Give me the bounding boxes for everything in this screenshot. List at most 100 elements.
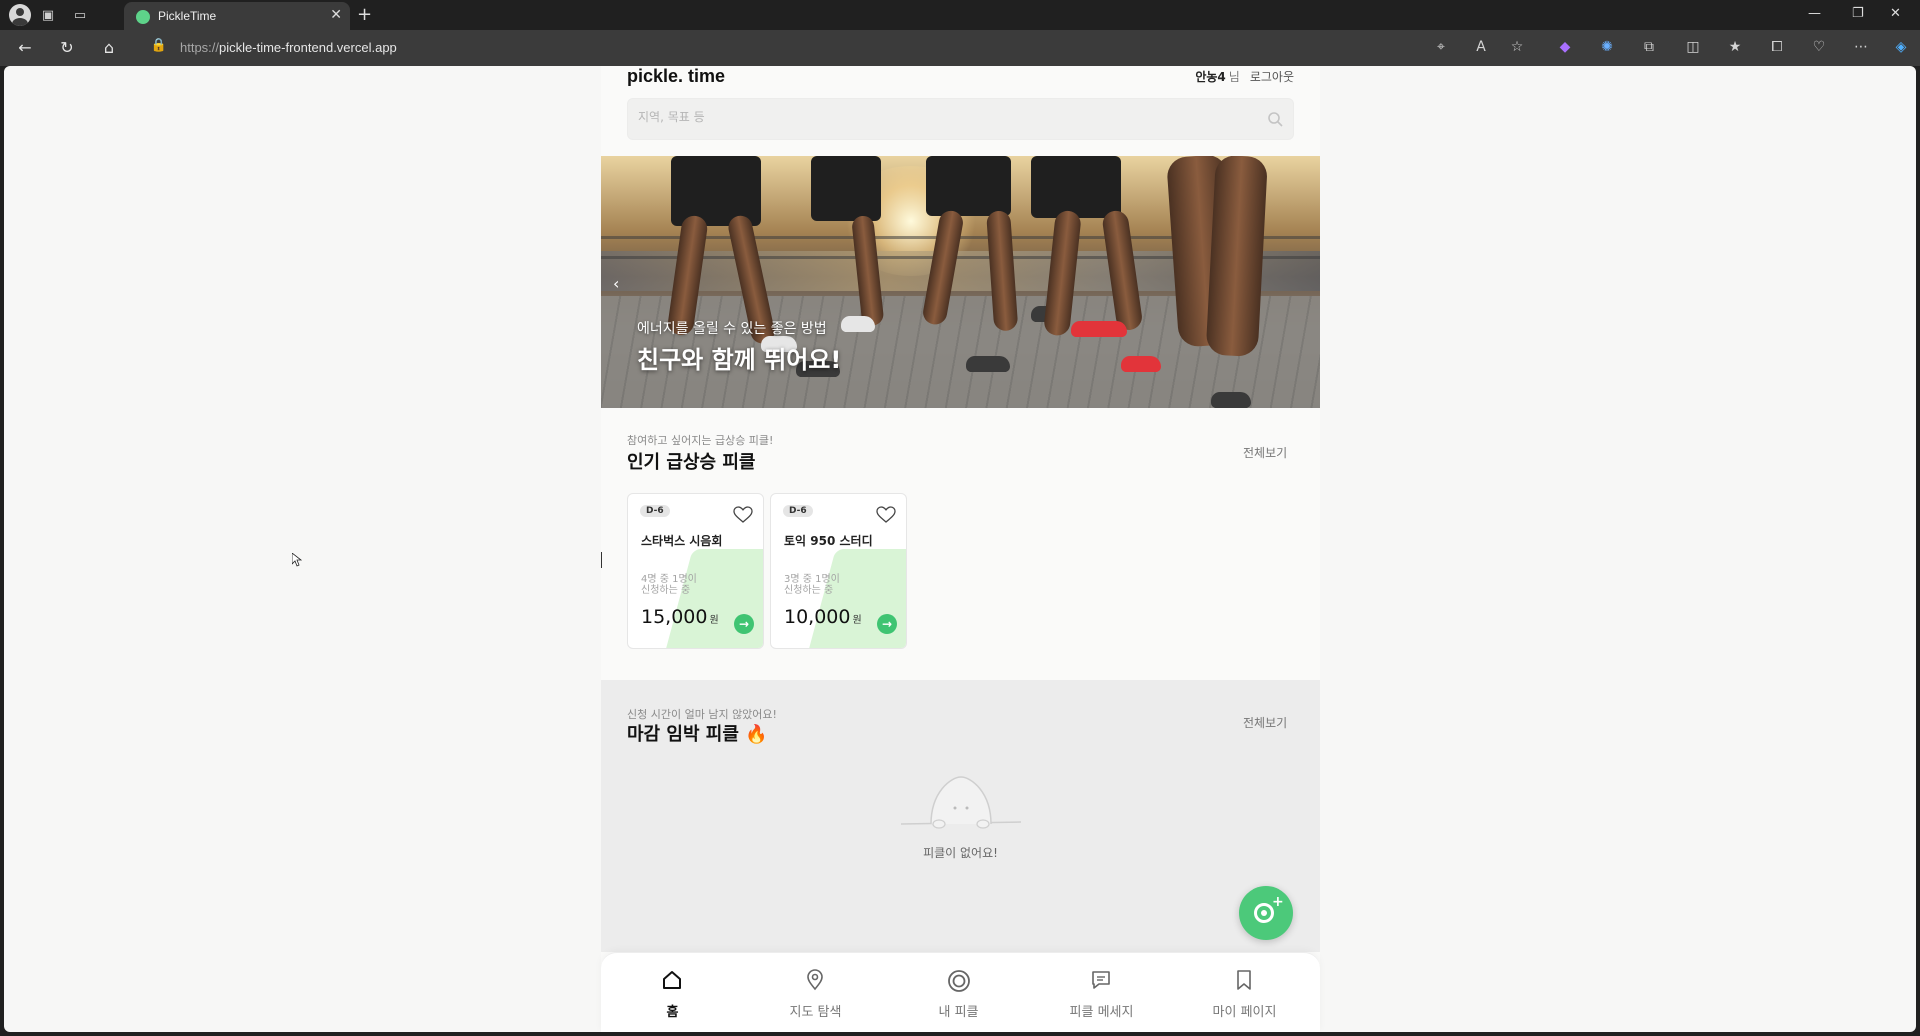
pickle-card[interactable]: D-6 스타벅스 시음회 4명 중 1명이 신청하는 중 15,000 원 → bbox=[627, 493, 764, 649]
nav-label: 홈 bbox=[666, 1005, 679, 1020]
dday-badge: D-6 bbox=[783, 505, 813, 517]
app-container: pickle. time 안농4 님 로그아웃 지역, 목표 등 ‹ 에너지를 … bbox=[601, 66, 1320, 1032]
bookmark-icon bbox=[1237, 970, 1251, 990]
mouse-cursor-icon bbox=[292, 553, 302, 567]
banner-subtitle: 에너지를 올릴 수 있는 좋은 방법 bbox=[637, 321, 827, 337]
card-price: 15,000 원 bbox=[641, 606, 719, 628]
tab-close-icon[interactable]: ✕ bbox=[330, 7, 342, 23]
reload-icon[interactable]: ↻ bbox=[56, 38, 78, 58]
popular-title: 인기 급상승 피클 bbox=[627, 452, 756, 473]
popular-subtitle: 참여하고 싶어지는 급상승 피클! bbox=[627, 434, 774, 447]
nav-item-home[interactable]: 홈 bbox=[601, 953, 744, 1032]
fire-icon: 🔥 bbox=[745, 724, 768, 745]
banner-prev-icon[interactable]: ‹ bbox=[613, 274, 619, 293]
map-pin-icon bbox=[807, 969, 823, 991]
extensions-icon[interactable]: ⧉ bbox=[1640, 39, 1658, 57]
empty-pickle-icon bbox=[901, 776, 1021, 829]
popular-see-all-link[interactable]: 전체보기 bbox=[1243, 444, 1287, 461]
home-browser-icon[interactable]: ⌂ bbox=[98, 38, 120, 58]
page-viewport: pickle. time 안농4 님 로그아웃 지역, 목표 등 ‹ 에너지를 … bbox=[4, 66, 1916, 1032]
card-name: 스타벅스 시음회 bbox=[641, 534, 723, 548]
runner-shorts bbox=[811, 156, 881, 221]
card-decoration bbox=[663, 549, 763, 648]
favicon-icon bbox=[136, 10, 150, 24]
search-input[interactable] bbox=[638, 110, 1238, 124]
card-name: 토익 950 스터디 bbox=[784, 534, 873, 548]
app-header: pickle. time 안농4 님 로그아웃 bbox=[601, 66, 1320, 156]
minimize-button[interactable]: — bbox=[1808, 6, 1821, 21]
runner-leg bbox=[1205, 156, 1268, 358]
runner-shorts bbox=[671, 156, 761, 226]
app-logo[interactable]: pickle. time bbox=[627, 66, 725, 87]
nav-item-my-pickle[interactable]: 내 피클 bbox=[887, 953, 1030, 1032]
react-devtools-icon[interactable]: ✺ bbox=[1598, 39, 1616, 57]
nav-label: 마이 페이지 bbox=[1212, 1005, 1277, 1020]
copilot-icon[interactable]: ◈ bbox=[1892, 39, 1910, 57]
collections-icon[interactable]: ⧠ bbox=[1768, 39, 1786, 57]
banner-title: 친구와 함께 뛰어요! bbox=[637, 346, 842, 374]
deadline-section: 신청 시간이 얼마 남지 않았어요! 마감 임박 피클 🔥 전체보기 피클이 없… bbox=[601, 680, 1320, 952]
card-count: 4명 중 1명이 신청하는 중 bbox=[641, 574, 697, 596]
new-tab-button[interactable]: + bbox=[357, 4, 372, 25]
search-icon[interactable] bbox=[1267, 111, 1283, 127]
url-field[interactable]: https://pickle-time-frontend.vercel.app bbox=[180, 40, 397, 55]
bottom-navigation: 홈 지도 탐색 내 피클 피클 메세지 마이 페이지 bbox=[601, 952, 1320, 1032]
user-info: 안농4 님 로그아웃 bbox=[1195, 68, 1294, 85]
tab-title: PickleTime bbox=[158, 9, 217, 23]
nav-label: 피클 메세지 bbox=[1069, 1005, 1134, 1020]
runner-shoe bbox=[966, 356, 1010, 372]
runner-shoe bbox=[1211, 392, 1251, 408]
card-count: 3명 중 1명이 신청하는 중 bbox=[784, 574, 840, 596]
pickle-ring-icon bbox=[1254, 903, 1274, 923]
search-bar bbox=[627, 98, 1294, 140]
heart-icon[interactable] bbox=[876, 506, 896, 524]
runner-shoe bbox=[841, 316, 875, 332]
message-icon bbox=[1092, 971, 1110, 989]
empty-message: 피클이 없어요! bbox=[923, 846, 998, 860]
favorites-icon[interactable]: ★ bbox=[1726, 39, 1744, 57]
restore-button[interactable]: ❐ bbox=[1852, 6, 1864, 21]
dday-badge: D-6 bbox=[640, 505, 670, 517]
address-bar: ← ↻ ⌂ 🔒 https://pickle-time-frontend.ver… bbox=[0, 30, 1920, 66]
username: 안농4 bbox=[1195, 70, 1226, 84]
runner-shoe bbox=[1121, 356, 1161, 372]
deadline-see-all-link[interactable]: 전체보기 bbox=[1243, 714, 1287, 731]
heart-icon[interactable] bbox=[733, 506, 753, 524]
card-price: 10,000 원 bbox=[784, 606, 862, 628]
split-screen-icon[interactable]: ◫ bbox=[1684, 39, 1702, 57]
create-pickle-button[interactable]: + bbox=[1239, 886, 1293, 940]
runner-shorts bbox=[926, 156, 1011, 216]
browser-tab[interactable]: PickleTime ✕ bbox=[124, 2, 350, 30]
hero-banner[interactable]: ‹ 에너지를 올릴 수 있는 좋은 방법 친구와 함께 뛰어요! bbox=[601, 156, 1320, 408]
arrow-right-icon[interactable]: → bbox=[877, 614, 897, 634]
card-decoration bbox=[806, 549, 906, 648]
favorite-star-icon[interactable]: ☆ bbox=[1508, 39, 1526, 57]
browser-essentials-icon[interactable]: ♡ bbox=[1810, 39, 1828, 57]
more-menu-icon[interactable]: ⋯ bbox=[1852, 39, 1870, 57]
logout-link[interactable]: 로그아웃 bbox=[1250, 70, 1294, 84]
deadline-title: 마감 임박 피클 🔥 bbox=[627, 724, 768, 745]
profile-avatar[interactable] bbox=[9, 4, 31, 26]
nav-item-map[interactable]: 지도 탐색 bbox=[744, 953, 887, 1032]
nav-label: 지도 탐색 bbox=[789, 1005, 842, 1020]
plus-icon: + bbox=[1272, 894, 1284, 910]
runner-shoe bbox=[1071, 321, 1127, 337]
nav-item-my-page[interactable]: 마이 페이지 bbox=[1173, 953, 1316, 1032]
extension-icon[interactable]: ◆ bbox=[1556, 39, 1574, 57]
read-aloud-icon[interactable]: A bbox=[1472, 39, 1490, 57]
tab-actions-icon[interactable]: ▭ bbox=[70, 5, 90, 25]
nav-label: 내 피클 bbox=[938, 1005, 979, 1020]
lock-icon[interactable]: 🔒 bbox=[148, 38, 170, 58]
username-honorific: 님 bbox=[1228, 70, 1240, 84]
arrow-right-icon[interactable]: → bbox=[734, 614, 754, 634]
nav-item-messages[interactable]: 피클 메세지 bbox=[1030, 953, 1173, 1032]
home-icon bbox=[663, 971, 681, 989]
location-icon[interactable]: ⌖ bbox=[1432, 39, 1450, 57]
runner-shorts bbox=[1031, 156, 1121, 218]
back-icon[interactable]: ← bbox=[14, 38, 36, 58]
workspaces-icon[interactable]: ▣ bbox=[38, 5, 58, 25]
pickle-card[interactable]: D-6 토익 950 스터디 3명 중 1명이 신청하는 중 10,000 원 → bbox=[770, 493, 907, 649]
browser-tab-bar: ▣ ▭ PickleTime ✕ + — ❐ ✕ bbox=[0, 0, 1920, 30]
close-window-button[interactable]: ✕ bbox=[1890, 6, 1901, 21]
text-caret bbox=[601, 552, 602, 568]
